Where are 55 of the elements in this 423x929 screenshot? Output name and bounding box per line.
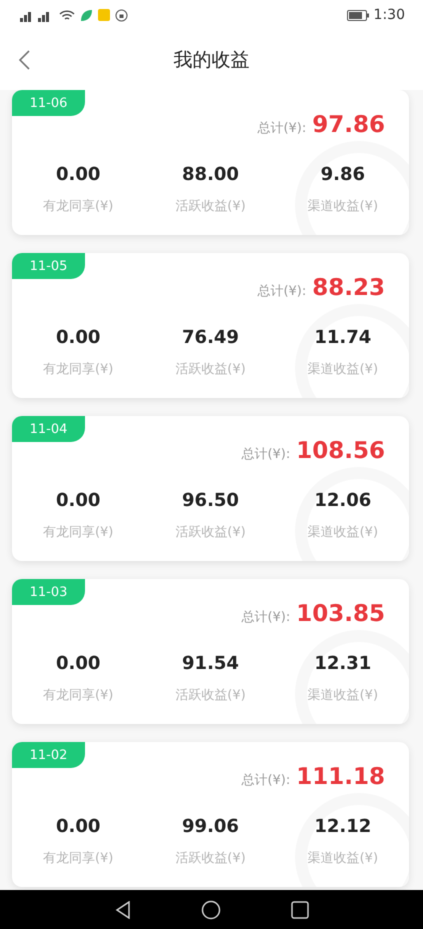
total-amount: 97.86 bbox=[312, 112, 385, 138]
amount-label: 渠道收益(¥) bbox=[308, 524, 378, 541]
status-time: 1:30 bbox=[374, 7, 405, 23]
amount-label: 有龙同享(¥) bbox=[42, 687, 114, 704]
amount-label: 活跃收益(¥) bbox=[175, 361, 246, 378]
date-tag: 11-06 bbox=[12, 90, 85, 116]
date-tag: 11-04 bbox=[12, 416, 85, 442]
amount-value: 0.00 bbox=[56, 327, 100, 348]
amount-label: 有龙同享(¥) bbox=[42, 850, 114, 867]
amount-label: 渠道收益(¥) bbox=[308, 850, 378, 867]
total-label: 总计(¥): bbox=[257, 283, 306, 300]
amount-value: 9.86 bbox=[320, 164, 366, 185]
amount-value: 12.12 bbox=[314, 816, 372, 837]
amount-value: 12.31 bbox=[314, 653, 372, 674]
total-label: 总计(¥): bbox=[241, 609, 290, 626]
amount-label: 活跃收益(¥) bbox=[175, 198, 246, 215]
amount-label: 有龙同享(¥) bbox=[42, 524, 114, 541]
amount-label: 活跃收益(¥) bbox=[175, 850, 246, 867]
total-amount: 111.18 bbox=[296, 764, 385, 790]
amount-label: 活跃收益(¥) bbox=[175, 687, 246, 704]
amount-label: 渠道收益(¥) bbox=[308, 198, 378, 215]
amount-value: 11.74 bbox=[314, 327, 372, 348]
total-label: 总计(¥): bbox=[241, 772, 290, 789]
page-title: 我的收益 bbox=[174, 48, 250, 73]
amount-value: 0.00 bbox=[56, 816, 100, 837]
total-amount: 88.23 bbox=[312, 275, 385, 301]
battery-icon bbox=[346, 10, 369, 20]
amount-value: 88.00 bbox=[182, 164, 239, 185]
amount-label: 渠道收益(¥) bbox=[308, 361, 378, 378]
amount-value: 0.00 bbox=[56, 164, 100, 185]
total-label: 总计(¥): bbox=[257, 120, 306, 137]
leaf-icon bbox=[80, 8, 93, 22]
amount-value: 12.06 bbox=[314, 490, 372, 511]
date-tag: 11-05 bbox=[12, 253, 85, 279]
amount-label: 有龙同享(¥) bbox=[42, 361, 114, 378]
amount-value: 0.00 bbox=[56, 653, 100, 674]
date-tag: 11-03 bbox=[12, 579, 85, 605]
home-nav-icon[interactable] bbox=[200, 900, 220, 920]
back-icon[interactable] bbox=[18, 50, 30, 70]
app-icon bbox=[98, 9, 110, 21]
total-label: 总计(¥): bbox=[241, 446, 290, 463]
amount-label: 活跃收益(¥) bbox=[175, 524, 246, 541]
total-amount: 108.56 bbox=[296, 438, 385, 464]
amount-label: 渠道收益(¥) bbox=[308, 687, 378, 704]
amount-value: 0.00 bbox=[56, 490, 100, 511]
date-tag: 11-02 bbox=[12, 742, 85, 768]
amount-value: 91.54 bbox=[182, 653, 239, 674]
amount-value: 76.49 bbox=[182, 327, 239, 348]
wifi-icon bbox=[59, 8, 75, 22]
recents-nav-icon[interactable] bbox=[290, 900, 308, 918]
amount-value: 99.06 bbox=[182, 816, 239, 837]
total-amount: 103.85 bbox=[296, 601, 385, 627]
amount-label: 有龙同享(¥) bbox=[42, 198, 114, 215]
amount-value: 96.50 bbox=[182, 490, 239, 511]
back-nav-icon[interactable] bbox=[114, 900, 130, 918]
